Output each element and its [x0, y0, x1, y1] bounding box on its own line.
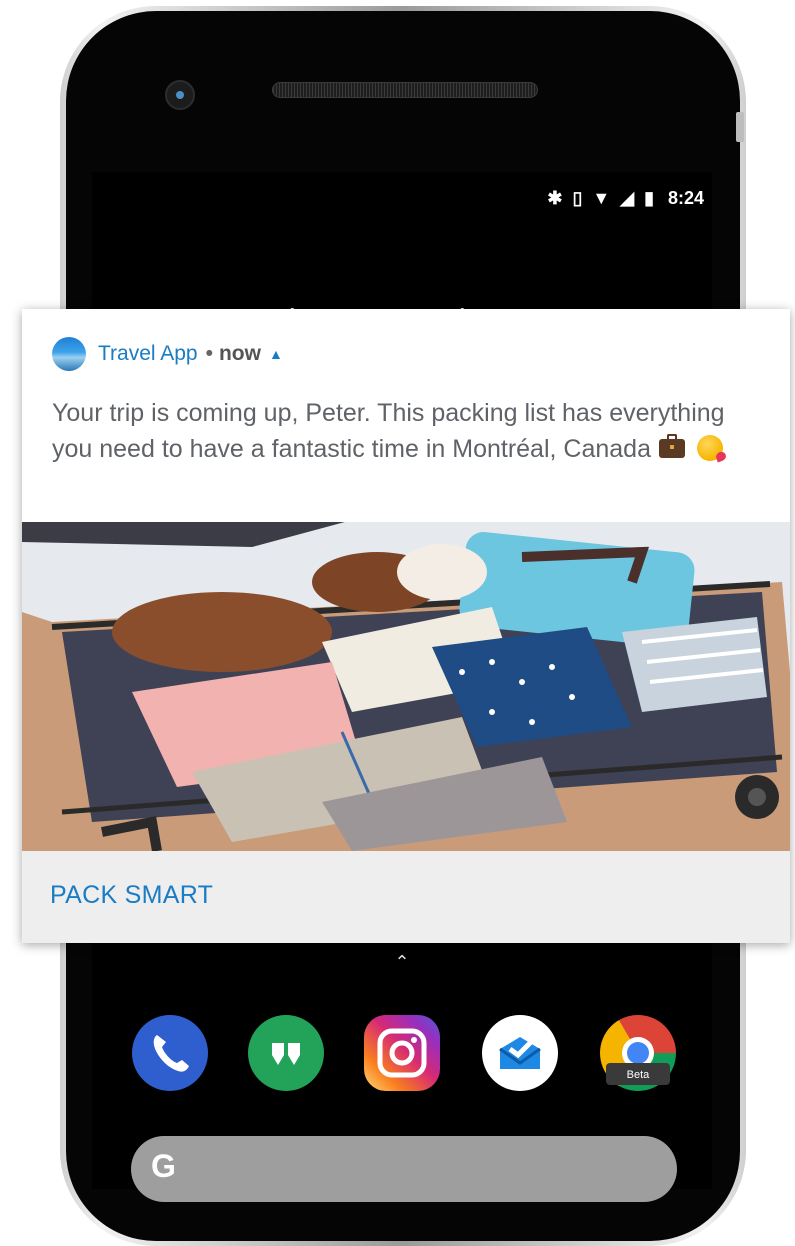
notification-header[interactable]: Travel App • now ▲ — [52, 337, 283, 371]
inbox-icon[interactable] — [482, 1015, 558, 1091]
vibrate-icon: ▯ — [572, 188, 583, 208]
message-text: Your trip is coming up, Peter. This pack… — [52, 399, 725, 463]
separator-dot: • — [205, 342, 213, 365]
phone-icon[interactable] — [132, 1015, 208, 1091]
battery-icon: ▮ — [644, 188, 654, 208]
google-g-icon: G — [151, 1148, 176, 1184]
notification-message: Your trip is coming up, Peter. This pack… — [52, 395, 752, 467]
notification-actions: PACK SMART — [22, 851, 790, 943]
instagram-icon[interactable] — [364, 1015, 440, 1091]
briefcase-icon — [658, 434, 685, 458]
hangouts-icon[interactable] — [248, 1015, 324, 1091]
front-camera — [165, 80, 195, 110]
notification-time: now — [218, 342, 261, 365]
status-bar: ✱ ▯ ▼ ◢ ▮ 8:24 — [92, 180, 704, 216]
notification-card[interactable]: Travel App • now ▲ Your trip is coming u… — [22, 309, 790, 943]
google-search-bar[interactable]: G — [131, 1136, 677, 1202]
chevron-up-icon[interactable]: ⌃ — [392, 952, 412, 972]
kissing-face-icon — [696, 435, 723, 461]
power-button — [736, 112, 744, 142]
chevron-up-icon[interactable]: ▲ — [269, 346, 283, 362]
clock: 8:24 — [667, 187, 704, 208]
travel-app-icon — [52, 337, 86, 371]
app-dock: Beta — [132, 1015, 677, 1091]
suitcase-photo — [22, 522, 790, 851]
app-name: Travel App — [98, 342, 198, 365]
pack-smart-button[interactable]: PACK SMART — [50, 881, 213, 910]
beta-badge: Beta — [627, 1069, 651, 1081]
wifi-icon: ▼ — [592, 188, 611, 208]
bluetooth-icon: ✱ — [547, 188, 563, 208]
chrome-beta-icon[interactable]: Beta — [600, 1015, 676, 1091]
signal-icon: ◢ — [620, 188, 635, 208]
earpiece-speaker — [272, 82, 538, 98]
